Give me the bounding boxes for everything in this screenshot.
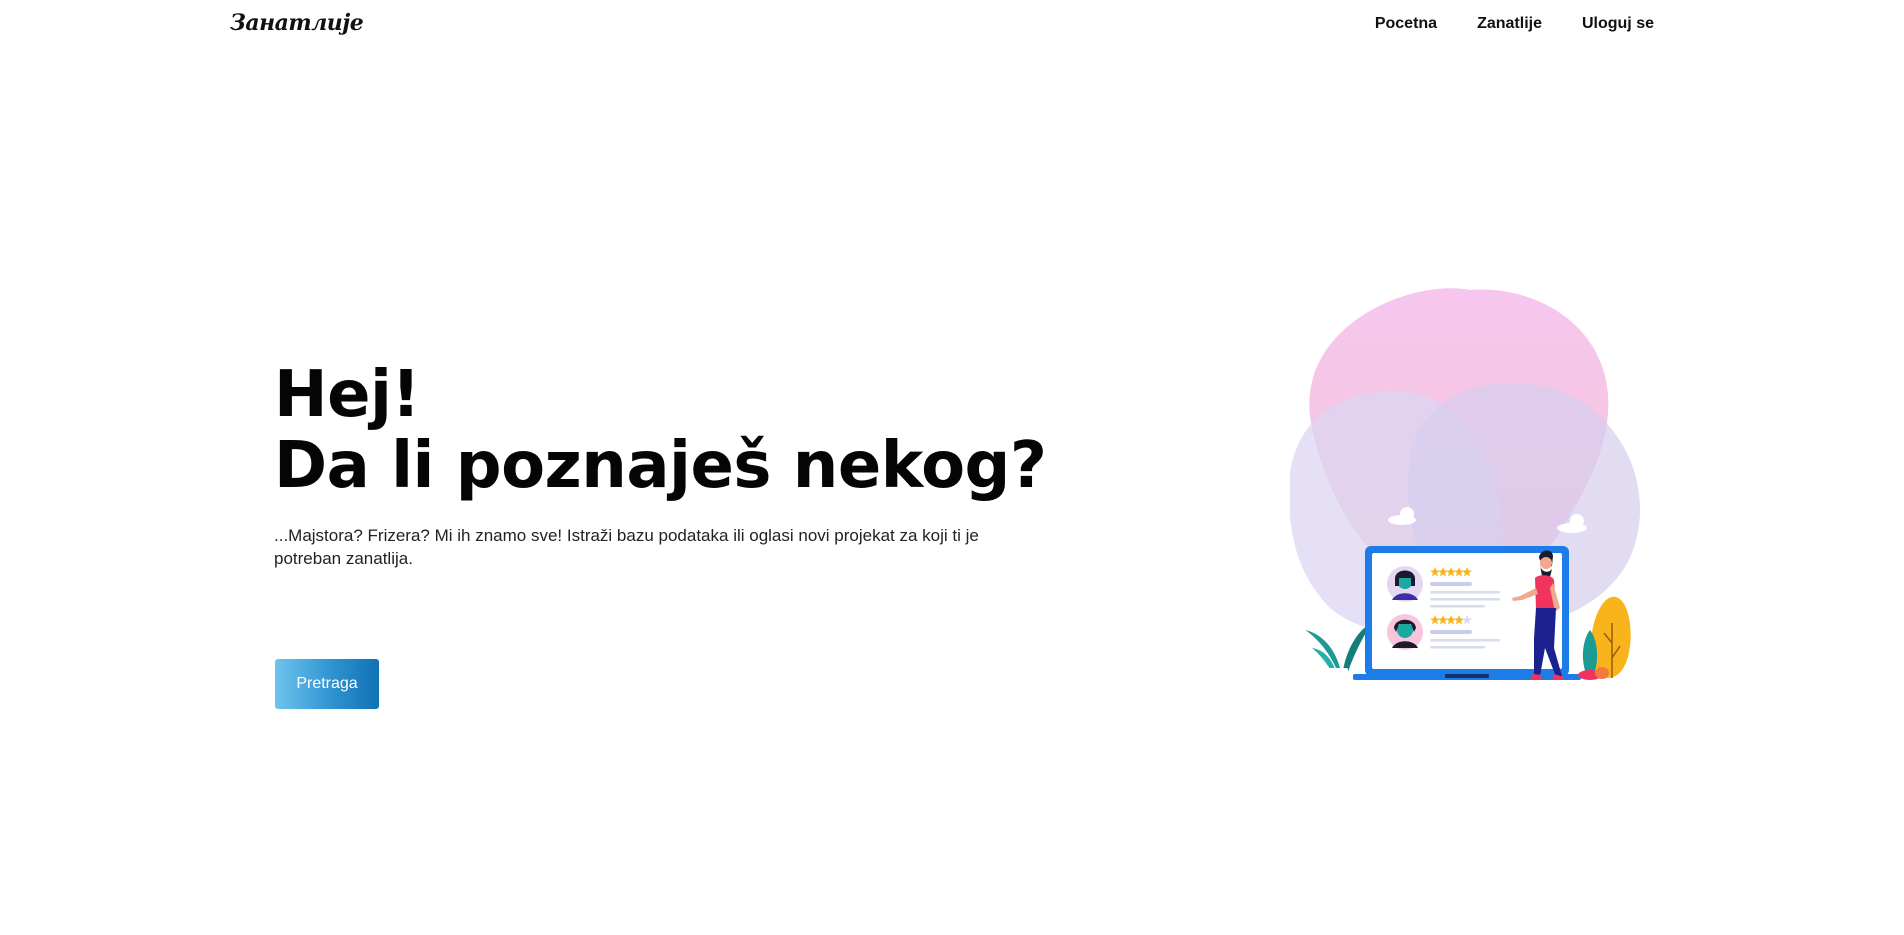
navbar: Занатлије Pocetna Zanatlije Uloguj se <box>0 0 1904 52</box>
hero-title: Hej! Da li poznaješ nekog? <box>274 358 1047 503</box>
search-button[interactable]: Pretraga <box>275 659 379 709</box>
review-laptop-illustration <box>1290 288 1650 680</box>
plant-left-icon <box>1305 623 1372 680</box>
brand-logo[interactable]: Занатлије <box>230 10 364 36</box>
nav-link-uloguj-se[interactable]: Uloguj se <box>1582 15 1654 33</box>
plant-right-icon <box>1578 596 1631 680</box>
nav-link-pocetna[interactable]: Pocetna <box>1375 15 1437 33</box>
nav-links: Pocetna Zanatlije Uloguj se <box>1375 15 1654 33</box>
hero-subtitle: ...Majstora? Frizera? Mi ih znamo sve! I… <box>274 526 979 568</box>
nav-link-zanatlije[interactable]: Zanatlije <box>1477 15 1542 33</box>
hero-title-line-2: Da li poznaješ nekog? <box>274 429 1047 503</box>
hero-section: Hej! Da li poznaješ nekog? ...Majstora? … <box>274 358 1047 570</box>
hero-title-line-1: Hej! <box>274 358 421 432</box>
landing-page: Занатлије Pocetna Zanatlije Uloguj se He… <box>0 0 1904 935</box>
